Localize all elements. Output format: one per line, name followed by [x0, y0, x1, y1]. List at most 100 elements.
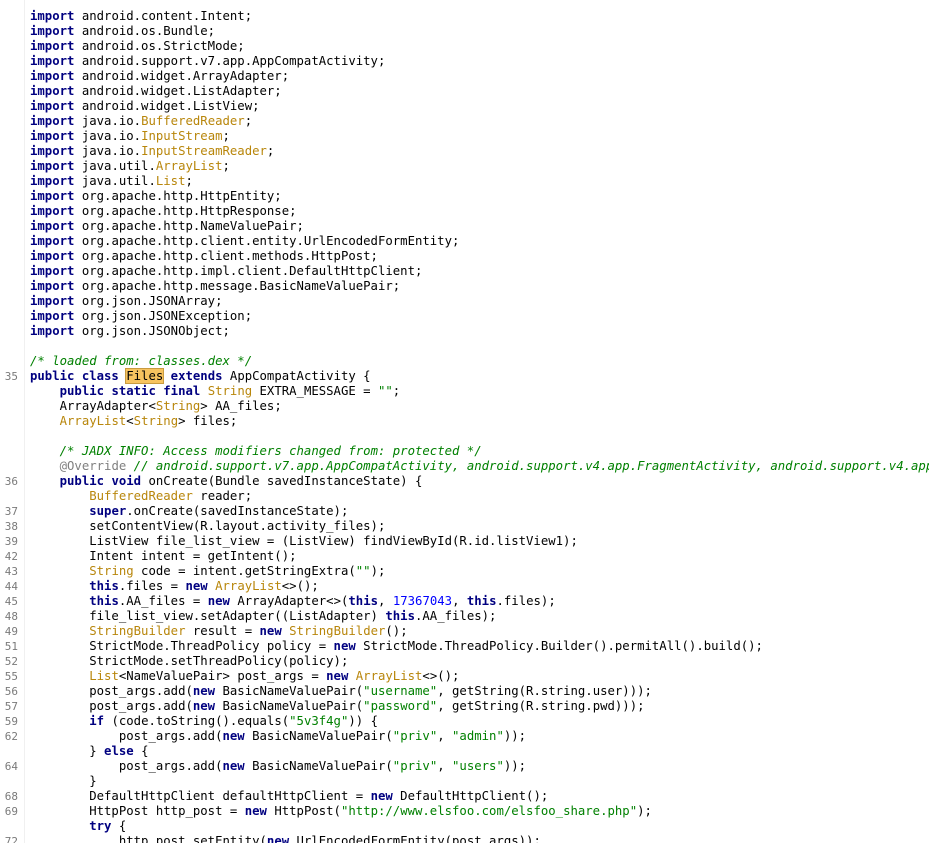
- code-keyword: this: [89, 579, 119, 593]
- code-line[interactable]: import java.io.BufferedReader;: [0, 114, 929, 129]
- code-line[interactable]: 59 if (code.toString().equals("5v3f4g"))…: [0, 714, 929, 729]
- line-source: import org.apache.http.message.BasicName…: [30, 279, 400, 294]
- code-line[interactable]: import android.widget.ArrayAdapter;: [0, 69, 929, 84]
- code-line[interactable]: import android.os.StrictMode;: [0, 39, 929, 54]
- code-line[interactable]: 72 http_post.setEntity(new UrlEncodedFor…: [0, 834, 929, 843]
- code-text: java.util.: [74, 159, 156, 173]
- code-text: )) {: [348, 714, 378, 728]
- code-line[interactable]: import android.widget.ListView;: [0, 99, 929, 114]
- code-line[interactable]: import java.util.ArrayList;: [0, 159, 929, 174]
- code-line[interactable]: ArrayList<String> files;: [0, 414, 929, 429]
- code-line[interactable]: 51 StrictMode.ThreadPolicy policy = new …: [0, 639, 929, 654]
- code-text: ,: [452, 594, 467, 608]
- code-line[interactable]: import org.apache.http.client.methods.Ht…: [0, 249, 929, 264]
- code-line[interactable]: import org.apache.http.HttpEntity;: [0, 189, 929, 204]
- code-line[interactable]: } else {: [0, 744, 929, 759]
- code-line[interactable]: public static final String EXTRA_MESSAGE…: [0, 384, 929, 399]
- line-number: 44: [4, 580, 18, 593]
- line-number: 55: [4, 670, 18, 683]
- code-keyword: import: [30, 84, 75, 98]
- code-text: }: [30, 774, 97, 788]
- code-line[interactable]: 57 post_args.add(new BasicNameValuePair(…: [0, 699, 929, 714]
- code-text: StrictMode.ThreadPolicy.Builder().permit…: [355, 639, 763, 653]
- line-number: 57: [4, 700, 18, 713]
- code-text: EXTRA_MESSAGE =: [252, 384, 378, 398]
- code-line[interactable]: try {: [0, 819, 929, 834]
- line-source: DefaultHttpClient defaultHttpClient = ne…: [30, 789, 548, 804]
- code-keyword: this: [385, 609, 415, 623]
- code-line[interactable]: /* loaded from: classes.dex */: [0, 354, 929, 369]
- code-text: .AA_files);: [415, 609, 497, 623]
- code-keyword: else: [104, 744, 134, 758]
- code-line[interactable]: import org.apache.http.NameValuePair;: [0, 219, 929, 234]
- code-line[interactable]: 37 super.onCreate(savedInstanceState);: [0, 504, 929, 519]
- code-line[interactable]: import org.apache.http.client.entity.Url…: [0, 234, 929, 249]
- code-keyword: new: [222, 759, 245, 773]
- code-line[interactable]: import java.util.List;: [0, 174, 929, 189]
- code-line[interactable]: 68 DefaultHttpClient defaultHttpClient =…: [0, 789, 929, 804]
- code-line[interactable]: }: [0, 774, 929, 789]
- code-keyword: new: [370, 789, 393, 803]
- code-text: java.io.: [74, 114, 142, 128]
- line-source: import android.os.StrictMode;: [30, 39, 245, 54]
- code-line[interactable]: import org.json.JSONArray;: [0, 294, 929, 309]
- code-line[interactable]: 49 StringBuilder result = new StringBuil…: [0, 624, 929, 639]
- code-text: org.apache.http.impl.client.DefaultHttpC…: [74, 264, 423, 278]
- code-line[interactable]: 44 this.files = new ArrayList<>();: [0, 579, 929, 594]
- code-text: ListView file_list_view = (ListView) fin…: [30, 534, 578, 548]
- code-line[interactable]: import android.widget.ListAdapter;: [0, 84, 929, 99]
- code-line[interactable]: 39 ListView file_list_view = (ListView) …: [0, 534, 929, 549]
- code-text: ,: [378, 594, 393, 608]
- code-line[interactable]: 62 post_args.add(new BasicNameValuePair(…: [0, 729, 929, 744]
- code-line[interactable]: import org.json.JSONException;: [0, 309, 929, 324]
- line-source: if (code.toString().equals("5v3f4g")) {: [30, 714, 378, 729]
- code-line[interactable]: import java.io.InputStream;: [0, 129, 929, 144]
- code-text: DefaultHttpClient();: [392, 789, 549, 803]
- code-line[interactable]: 42 Intent intent = getIntent();: [0, 549, 929, 564]
- code-line[interactable]: 45 this.AA_files = new ArrayAdapter<>(th…: [0, 594, 929, 609]
- line-source: BufferedReader reader;: [30, 489, 252, 504]
- code-line[interactable]: import org.apache.http.impl.client.Defau…: [0, 264, 929, 279]
- code-text: <NameValuePair> post_args =: [118, 669, 327, 683]
- code-line[interactable]: 55 List<NameValuePair> post_args = new A…: [0, 669, 929, 684]
- code-line[interactable]: 56 post_args.add(new BasicNameValuePair(…: [0, 684, 929, 699]
- code-line[interactable]: import android.support.v7.app.AppCompatA…: [0, 54, 929, 69]
- code-line[interactable]: 35 public class Files extends AppCompatAc…: [0, 368, 929, 384]
- code-line[interactable]: import java.io.InputStreamReader;: [0, 144, 929, 159]
- code-area[interactable]: import android.content.Intent; import and…: [0, 9, 929, 843]
- line-source: post_args.add(new BasicNameValuePair("pr…: [30, 759, 526, 774]
- code-text: android.widget.ListView;: [74, 99, 260, 113]
- code-line[interactable]: @Override // android.support.v7.app.AppC…: [0, 459, 929, 474]
- line-source: import org.json.JSONException;: [30, 309, 252, 324]
- code-line[interactable]: import org.apache.http.message.BasicName…: [0, 279, 929, 294]
- code-keyword: import: [30, 99, 75, 113]
- code-line[interactable]: import org.apache.http.HttpResponse;: [0, 204, 929, 219]
- code-string: "5v3f4g": [289, 714, 349, 728]
- line-source: StrictMode.ThreadPolicy policy = new Str…: [30, 639, 763, 654]
- code-editor[interactable]: import android.content.Intent; import and…: [0, 0, 929, 843]
- code-line[interactable]: import org.json.JSONObject;: [0, 324, 929, 339]
- line-number: 52: [4, 655, 18, 668]
- code-line[interactable]: 69 HttpPost http_post = new HttpPost("ht…: [0, 804, 929, 819]
- code-line[interactable]: /* JADX INFO: Access modifiers changed f…: [0, 444, 929, 459]
- code-line[interactable]: 38 setContentView(R.layout.activity_file…: [0, 519, 929, 534]
- code-line[interactable]: 64 post_args.add(new BasicNameValuePair(…: [0, 759, 929, 774]
- line-source: } else {: [30, 744, 148, 759]
- code-line[interactable]: import android.os.Bundle;: [0, 24, 929, 39]
- code-line[interactable]: [0, 339, 929, 354]
- code-text: <>();: [422, 669, 460, 683]
- code-line[interactable]: ArrayAdapter<String> AA_files;: [0, 399, 929, 414]
- code-line[interactable]: 48 file_list_view.setAdapter((ListAdapte…: [0, 609, 929, 624]
- code-line[interactable]: [0, 429, 929, 444]
- code-text: java.util.: [74, 174, 156, 188]
- code-line[interactable]: BufferedReader reader;: [0, 489, 929, 504]
- code-text: );: [370, 564, 386, 578]
- line-source: /* loaded from: classes.dex */: [30, 354, 252, 369]
- code-line[interactable]: 36 public void onCreate(Bundle savedInst…: [0, 474, 929, 489]
- code-line[interactable]: 52 StrictMode.setThreadPolicy(policy);: [0, 654, 929, 669]
- code-text: post_args.add(: [30, 759, 223, 773]
- code-line[interactable]: import android.content.Intent;: [0, 9, 929, 24]
- line-source: import org.apache.http.HttpResponse;: [30, 204, 297, 219]
- code-line[interactable]: 43 String code = intent.getStringExtra("…: [0, 564, 929, 579]
